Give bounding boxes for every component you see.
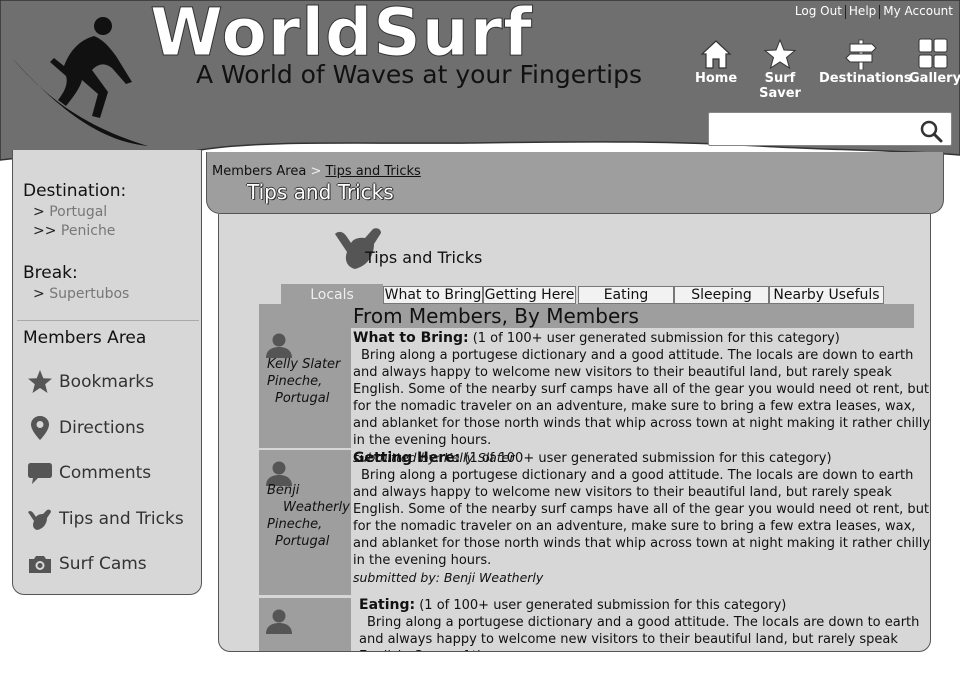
help-link[interactable]: Help xyxy=(846,4,879,19)
destination-country-label: Portugal xyxy=(49,204,108,220)
author-line: Portugal xyxy=(275,391,330,406)
nav-home[interactable]: Home xyxy=(695,38,737,86)
sidebar-item-label: Surf Cams xyxy=(59,554,147,574)
post-item: Getting Here: (1 of 100+ user generated … xyxy=(353,450,931,586)
post-body: Bring along a portugese dictionary and a… xyxy=(359,615,920,651)
nav-home-label: Home xyxy=(695,71,738,86)
camera-icon xyxy=(27,551,53,577)
author-line: Benji xyxy=(267,483,300,498)
user-avatar-icon xyxy=(266,609,292,634)
map-pin-icon xyxy=(27,415,53,441)
sidebar-item-tips-and-tricks[interactable]: Tips and Tricks xyxy=(27,505,184,533)
author-line: Portugal xyxy=(275,534,330,549)
nav-destinations-label: Destinations xyxy=(819,71,912,86)
signpost-icon xyxy=(845,39,877,70)
user-avatar-icon xyxy=(266,333,292,358)
account-links: Log Out Help My Account xyxy=(792,4,956,19)
tab-eating[interactable]: Eating xyxy=(578,286,674,304)
sidebar-item-comments[interactable]: Comments xyxy=(27,459,151,487)
tab-nearby-usefuls[interactable]: Nearby Usefuls xyxy=(769,286,884,304)
surfer-logo-icon xyxy=(12,17,148,146)
post-body: Bring along a portugese dictionary and a… xyxy=(353,468,931,568)
sidebar-item-label: Bookmarks xyxy=(59,372,154,392)
nav-destinations[interactable]: Destinations xyxy=(819,38,912,86)
tab-getting-here[interactable]: Getting Here xyxy=(483,286,576,304)
nav-gallery[interactable]: Gallery xyxy=(909,38,960,86)
destination-country[interactable]: > Portugal xyxy=(33,204,107,220)
sidebar: Destination: > Portugal >> Peniche Break… xyxy=(12,150,202,595)
break-label: Break: xyxy=(23,263,78,283)
speech-bubble-icon xyxy=(27,460,53,486)
breadcrumb-separator: > xyxy=(310,164,322,179)
post-heading: Eating: (1 of 100+ user generated submis… xyxy=(359,597,930,614)
star-icon xyxy=(27,369,53,395)
posts-header: From Members, By Members xyxy=(351,304,914,328)
post-submitted-by: submitted by: Benji Weatherly xyxy=(353,570,544,585)
site-tagline: A World of Waves at your Fingertips xyxy=(196,60,643,89)
post-category: Getting Here: xyxy=(353,450,461,466)
shaka-hand-icon xyxy=(27,506,53,532)
post-author: Benji Weatherly Pineche, Portugal xyxy=(259,450,351,595)
level-arrow: >> xyxy=(33,223,57,239)
tab-sleeping[interactable]: Sleeping xyxy=(674,286,769,304)
level-arrow: > xyxy=(33,204,45,220)
destination-label: Destination: xyxy=(23,181,127,201)
post-body: Bring along a portugese dictionary and a… xyxy=(353,348,931,448)
sidebar-item-label: Tips and Tricks xyxy=(59,509,184,529)
author-line: Kelly Slater xyxy=(267,357,341,372)
post-meta: (1 of 100+ user generated submission for… xyxy=(415,598,787,613)
post-category: Eating: xyxy=(359,597,416,613)
level-arrow: > xyxy=(33,286,45,302)
breadcrumb-current[interactable]: Tips and Tricks xyxy=(325,164,420,179)
author-line: Weatherly xyxy=(283,500,350,515)
sidebar-item-label: Directions xyxy=(59,418,145,438)
breadcrumb-root[interactable]: Members Area xyxy=(212,164,306,179)
post-heading: Getting Here: (1 of 100+ user generated … xyxy=(353,450,930,467)
post-author xyxy=(259,598,351,651)
break-name[interactable]: > Supertubos xyxy=(33,286,129,302)
nav-surf-saver-label: Surf Saver xyxy=(759,71,801,101)
nav-surf-saver[interactable]: Surf Saver xyxy=(747,38,813,101)
break-name-label: Supertubos xyxy=(49,286,130,302)
sidebar-item-surf-cams[interactable]: Surf Cams xyxy=(27,550,147,578)
main-nav: Home Surf Saver Destinations Gallery xyxy=(693,38,960,101)
main-content-panel: Tips and Tricks Locals What to Bring Get… xyxy=(218,214,931,652)
sidebar-item-label: Comments xyxy=(59,463,152,483)
grid-icon xyxy=(918,38,948,69)
author-line: Pineche, xyxy=(267,517,323,532)
post-meta: (1 of 100+ user generated submission for… xyxy=(468,331,840,346)
home-icon xyxy=(700,40,732,69)
tab-what-to-bring[interactable]: What to Bring xyxy=(383,286,483,304)
sidebar-item-directions[interactable]: Directions xyxy=(27,414,145,442)
author-details: Benji Weatherly Pineche, Portugal xyxy=(267,482,350,550)
sidebar-divider xyxy=(17,320,199,321)
my-account-link[interactable]: My Account xyxy=(880,4,956,19)
post-heading: What to Bring: (1 of 100+ user generated… xyxy=(353,330,930,347)
section-title: Tips and Tricks xyxy=(365,248,483,267)
logout-link[interactable]: Log Out xyxy=(792,4,845,19)
author-line: Pineche, xyxy=(267,374,323,389)
tab-locals[interactable]: Locals xyxy=(281,284,383,305)
breadcrumb: Members Area > Tips and Tricks xyxy=(212,164,421,179)
post-author: Kelly Slater Pineche, Portugal xyxy=(259,304,351,448)
search-input[interactable] xyxy=(708,112,952,146)
post-category: What to Bring: xyxy=(353,330,469,346)
members-area-label: Members Area xyxy=(23,328,147,348)
search-icon[interactable] xyxy=(919,119,943,143)
post-item: What to Bring: (1 of 100+ user generated… xyxy=(353,330,931,466)
star-icon xyxy=(763,38,797,70)
nav-gallery-label: Gallery xyxy=(909,71,960,86)
post-item: Eating: (1 of 100+ user generated submis… xyxy=(359,597,930,651)
destination-town[interactable]: >> Peniche xyxy=(33,223,115,239)
page-title-bar: Members Area > Tips and Tricks Tips and … xyxy=(206,152,944,214)
destination-town-label: Peniche xyxy=(60,223,116,239)
post-meta: (1 of 100+ user generated submission for… xyxy=(460,451,832,466)
author-details: Kelly Slater Pineche, Portugal xyxy=(267,356,340,407)
page-title: Tips and Tricks xyxy=(247,180,394,204)
sidebar-item-bookmarks[interactable]: Bookmarks xyxy=(27,368,154,396)
